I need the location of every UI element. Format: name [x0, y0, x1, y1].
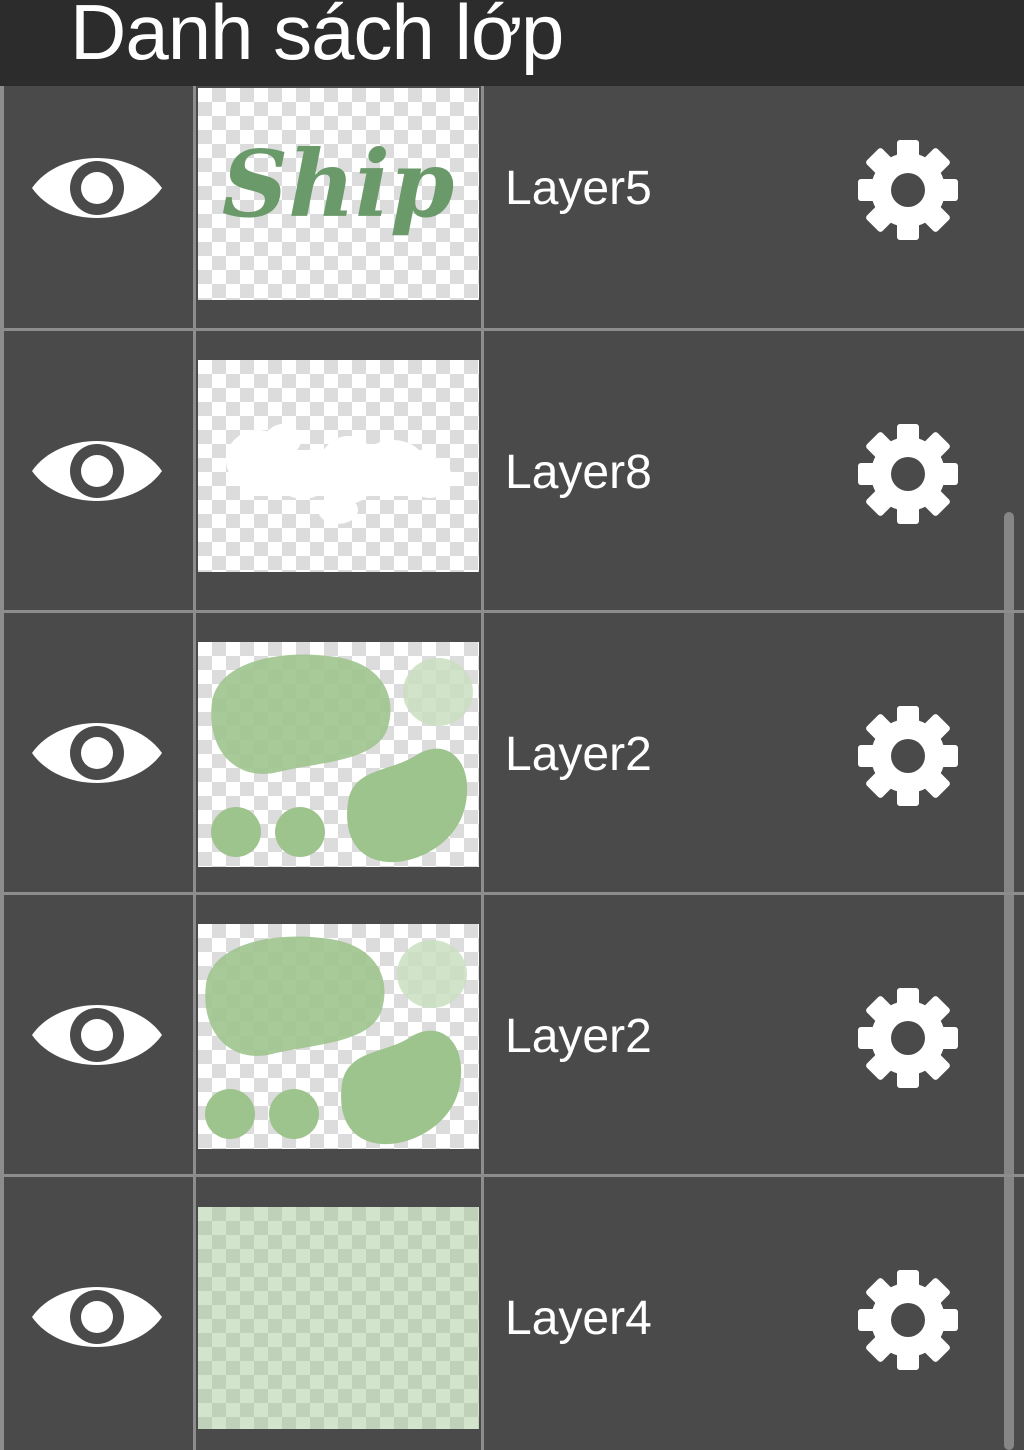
layer-thumbnail[interactable] [198, 360, 479, 572]
layer-settings-button[interactable] [856, 422, 960, 526]
visibility-toggle-button[interactable] [30, 1272, 164, 1362]
green-blobs-image [211, 654, 473, 863]
column-divider [481, 1177, 484, 1450]
layer-row[interactable]: Layer2 [0, 892, 1024, 1174]
row-left-border [0, 895, 4, 1174]
gear-icon [858, 706, 958, 806]
layer-list[interactable]: Ship Layer5 Layer8 Layer2 Layer2 Layer4 [0, 86, 1024, 1450]
layer-thumbnail-cell [196, 1177, 481, 1450]
gear-icon [858, 1270, 958, 1370]
layer-thumbnail[interactable] [198, 1207, 479, 1429]
gear-icon [858, 424, 958, 524]
column-divider [481, 86, 484, 368]
layer-name[interactable]: Layer4 [505, 1291, 652, 1346]
eye-icon [32, 1005, 162, 1065]
light-green-fill-image [198, 1207, 479, 1429]
layer-settings-button[interactable] [856, 986, 960, 1090]
layer-settings-button[interactable] [856, 1268, 960, 1372]
row-left-border [0, 86, 4, 368]
layer-thumbnail[interactable] [198, 642, 479, 867]
visibility-toggle-button[interactable] [30, 990, 164, 1080]
eye-icon [32, 723, 162, 783]
layer-thumbnail-cell [196, 613, 481, 892]
layer-row[interactable]: Layer4 [0, 1174, 1024, 1450]
layer-name[interactable]: Layer2 [505, 1009, 652, 1064]
column-divider [481, 895, 484, 1174]
layer-thumbnail-cell [196, 331, 481, 610]
visibility-toggle-button[interactable] [30, 426, 164, 516]
column-divider [481, 613, 484, 892]
row-left-border [0, 1177, 4, 1450]
eye-icon [32, 1287, 162, 1347]
green-blobs-image [205, 936, 467, 1145]
row-left-border [0, 613, 4, 892]
eye-icon [32, 158, 162, 218]
layer-list-scrollbar[interactable] [1004, 512, 1014, 1450]
layer-name[interactable]: Layer2 [505, 727, 652, 782]
svg-text:Ship: Ship [222, 130, 455, 238]
layer-row[interactable]: Layer8 [0, 328, 1024, 610]
layer-settings-button[interactable] [856, 138, 960, 242]
white-lettering-image [226, 424, 452, 524]
eye-icon [32, 441, 162, 501]
layer-thumbnail[interactable] [198, 924, 479, 1149]
panel-title: Danh sách lớp [70, 0, 564, 76]
layer-thumbnail-cell: Ship [196, 86, 481, 368]
visibility-toggle-button[interactable] [30, 708, 164, 798]
row-left-border [0, 331, 4, 610]
visibility-toggle-button[interactable] [30, 143, 164, 233]
gear-icon [858, 140, 958, 240]
layer-name[interactable]: Layer8 [505, 445, 652, 500]
panel-header: Danh sách lớp [0, 0, 1024, 86]
ship-lettering-image: Ship [222, 130, 455, 238]
layer-thumbnail-cell [196, 895, 481, 1174]
layer-name[interactable]: Layer5 [505, 161, 652, 216]
layer-settings-button[interactable] [856, 704, 960, 808]
layer-row[interactable]: Ship Layer5 [0, 86, 1024, 368]
layer-row[interactable]: Layer2 [0, 610, 1024, 892]
gear-icon [858, 988, 958, 1088]
column-divider [481, 331, 484, 610]
layer-list-panel: Danh sách lớp Ship Layer5 Layer8 Layer2 … [0, 0, 1024, 1450]
layer-thumbnail[interactable]: Ship [198, 88, 479, 300]
